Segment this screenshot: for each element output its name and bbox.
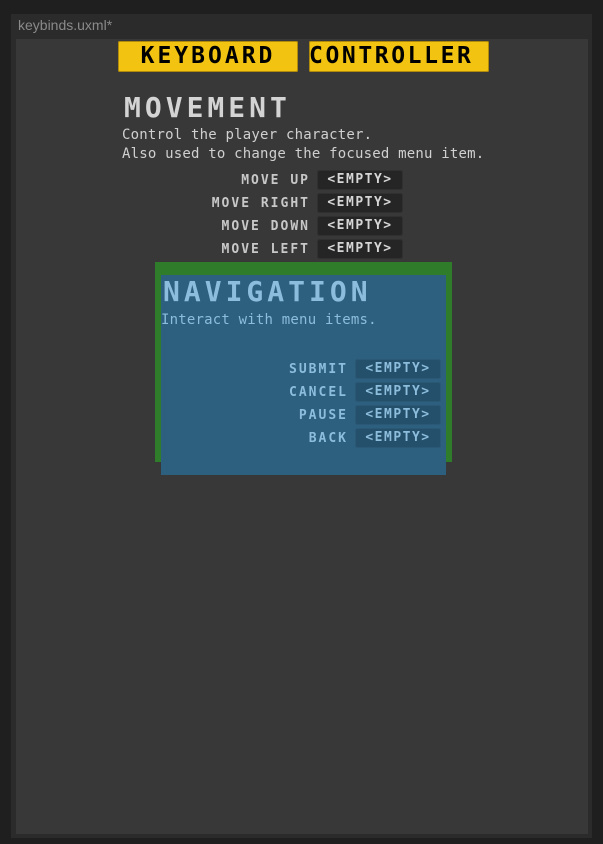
navigation-description: Interact with menu items. (161, 311, 377, 330)
movement-description-line: Control the player character. (122, 127, 373, 143)
binding-value-button[interactable]: <Empty> (355, 382, 441, 402)
binding-label: Pause (298, 408, 348, 423)
movement-title: Movement (124, 91, 291, 124)
binding-value-button[interactable]: <Empty> (317, 216, 403, 236)
binding-label: Move Right (211, 196, 310, 211)
binding-label: Back (308, 431, 348, 446)
ui-viewport: Keyboard Controller Movement Control the… (16, 39, 588, 834)
binding-row-move-up: Move Up <Empty> (16, 170, 403, 191)
movement-description-line: Also used to change the focused menu ite… (122, 146, 485, 162)
binding-label: Move Down (221, 219, 310, 234)
binding-value-button[interactable]: <Empty> (317, 170, 403, 190)
binding-row-back: Back <Empty> (161, 428, 441, 449)
binding-label: Move Left (221, 242, 310, 257)
binding-label: Cancel (289, 385, 348, 400)
navigation-section: Navigation Interact with menu items. Sub… (161, 275, 446, 475)
binding-value-button[interactable]: <Empty> (317, 239, 403, 259)
binding-value-button[interactable]: <Empty> (355, 428, 441, 448)
binding-row-move-left: Move Left <Empty> (16, 239, 403, 260)
binding-value-button[interactable]: <Empty> (317, 193, 403, 213)
keyboard-tab-button[interactable]: Keyboard (118, 41, 298, 72)
document-panel: keybinds.uxml* Keyboard Controller Movem… (11, 14, 592, 838)
controller-tab-button[interactable]: Controller (309, 41, 489, 72)
movement-description: Control the player character. Also used … (122, 126, 484, 164)
navigation-description-line: Interact with menu items. (161, 312, 377, 328)
binding-label: Submit (289, 362, 348, 377)
document-tab-title[interactable]: keybinds.uxml* (18, 17, 112, 33)
binding-label: Move Up (241, 173, 310, 188)
binding-row-cancel: Cancel <Empty> (161, 382, 441, 403)
binding-row-move-right: Move Right <Empty> (16, 193, 403, 214)
navigation-section-selected[interactable]: Navigation Interact with menu items. Sub… (155, 262, 452, 475)
binding-value-button[interactable]: <Empty> (355, 359, 441, 379)
binding-row-move-down: Move Down <Empty> (16, 216, 403, 237)
navigation-title: Navigation (163, 275, 372, 308)
binding-row-pause: Pause <Empty> (161, 405, 441, 426)
binding-row-submit: Submit <Empty> (161, 359, 441, 380)
binding-value-button[interactable]: <Empty> (355, 405, 441, 425)
